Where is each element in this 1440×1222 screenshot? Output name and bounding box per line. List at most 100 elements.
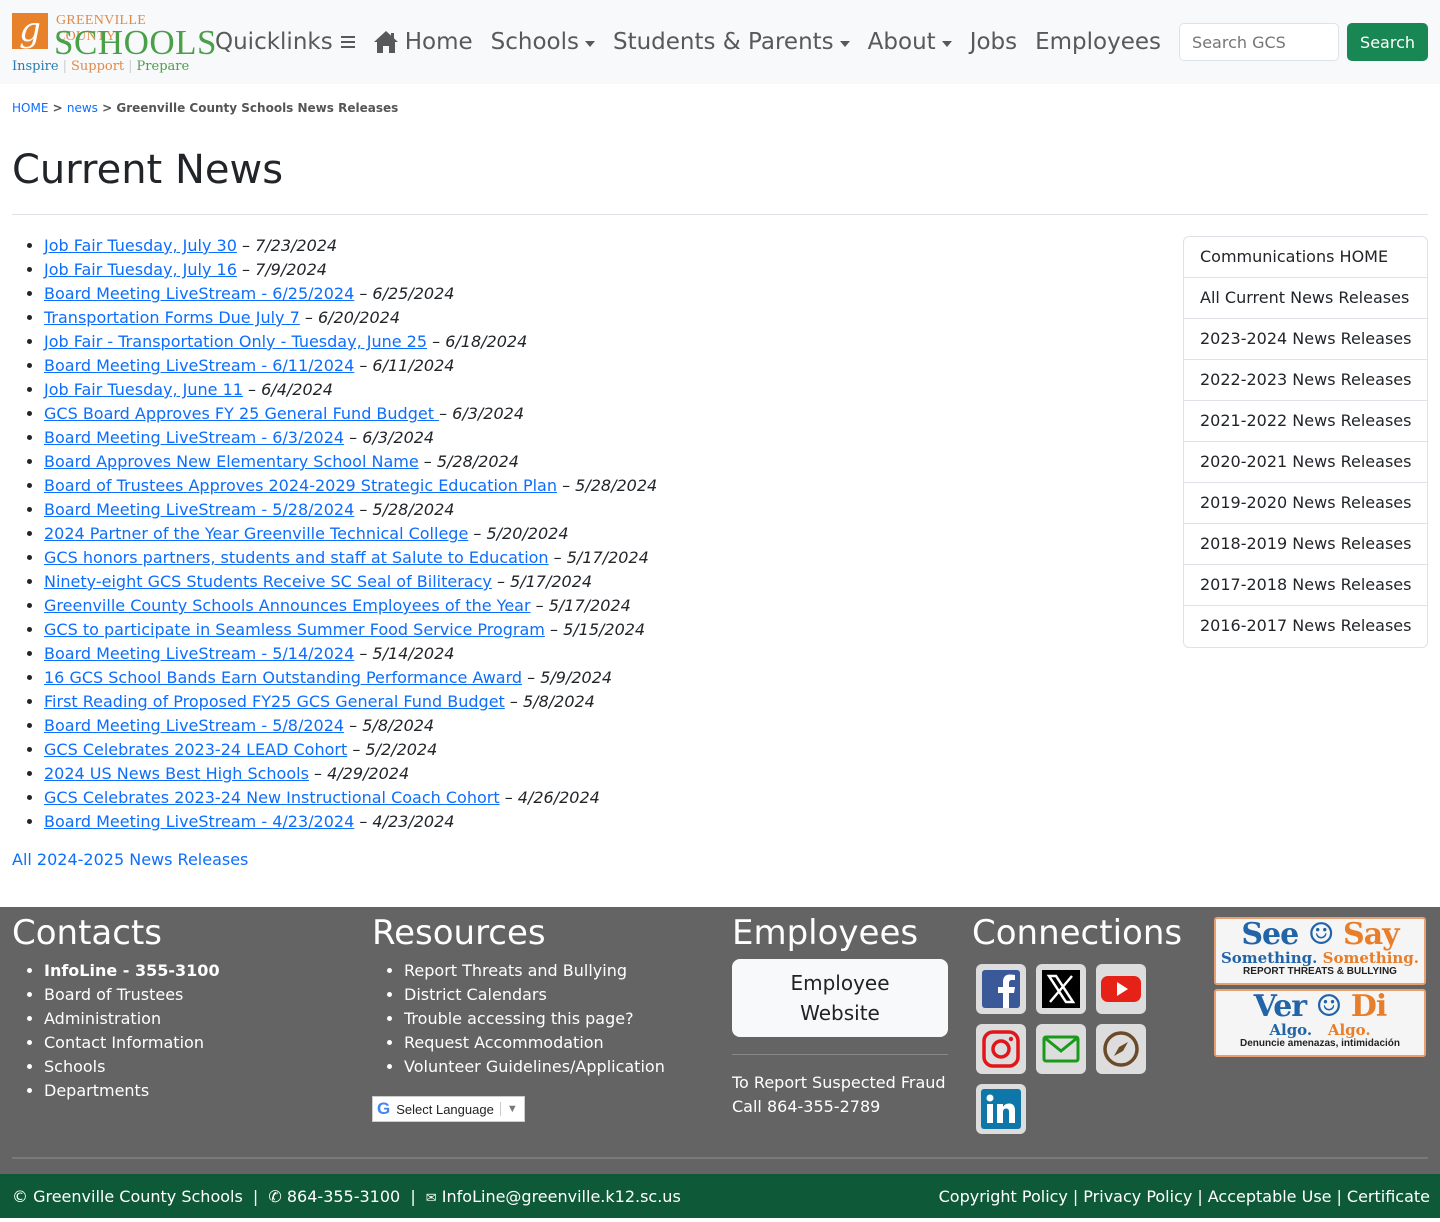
contacts-link[interactable]: Administration	[44, 1009, 161, 1028]
date-separator: –	[347, 740, 366, 759]
instagram-link[interactable]	[976, 1024, 1026, 1074]
email-link[interactable]	[1036, 1024, 1086, 1074]
resources-link[interactable]: District Calendars	[404, 985, 547, 1004]
employee-website-button[interactable]: Employee Website	[732, 959, 948, 1037]
news-link[interactable]: Board Meeting LiveStream - 6/11/2024	[44, 356, 354, 375]
caret-down-icon	[941, 41, 952, 47]
gcs-logo[interactable]: g GREENVILLE COUNTY SCHOOLS Inspire | Supp…	[12, 11, 216, 74]
contacts-link[interactable]: Board of Trustees	[44, 985, 183, 1004]
date-separator: –	[504, 692, 523, 711]
nav-jobs[interactable]: Jobs	[970, 29, 1017, 55]
nav-quicklinks-label: Quicklinks	[215, 29, 333, 55]
news-date: 5/20/2024	[486, 524, 569, 543]
infoline-email-link[interactable]: InfoLine@greenville.k12.sc.us	[442, 1187, 681, 1206]
search-input[interactable]	[1179, 23, 1340, 61]
news-link[interactable]: Job Fair Tuesday, July 16	[44, 260, 237, 279]
news-item: Job Fair - Transportation Only - Tuesday…	[44, 330, 1183, 354]
date-separator: –	[236, 236, 256, 255]
sidebar-item[interactable]: 2017-2018 News Releases	[1184, 565, 1427, 606]
nav-employees[interactable]: Employees	[1035, 29, 1161, 55]
news-date: 7/23/2024	[255, 236, 338, 255]
ssay-di: Di	[1350, 989, 1387, 1024]
news-link[interactable]: GCS Board Approves FY 25 General Fund Bu…	[44, 404, 439, 423]
news-link[interactable]: Board Meeting LiveStream - 6/3/2024	[44, 428, 344, 447]
home-icon	[373, 31, 398, 53]
news-link[interactable]: Board Meeting LiveStream - 6/25/2024	[44, 284, 354, 303]
policy-link[interactable]: Acceptable Use	[1208, 1187, 1332, 1206]
news-link[interactable]: Board Meeting LiveStream - 5/14/2024	[44, 644, 354, 663]
footer-connections: Connections	[972, 913, 1182, 1134]
news-link[interactable]: Job Fair - Transportation Only - Tuesday…	[44, 332, 427, 351]
linkedin-link[interactable]	[976, 1084, 1026, 1134]
news-link[interactable]: 2024 US News Best High Schools	[44, 764, 309, 783]
facebook-link[interactable]	[976, 964, 1026, 1014]
news-link[interactable]: Board Meeting LiveStream - 4/23/2024	[44, 812, 354, 831]
news-link[interactable]: Board Approves New Elementary School Nam…	[44, 452, 419, 471]
news-item: Board Meeting LiveStream - 5/14/2024 – 5…	[44, 642, 1183, 666]
youtube-link[interactable]	[1096, 964, 1146, 1014]
news-date: 6/3/2024	[452, 404, 525, 423]
all-releases-link[interactable]: All 2024-2025 News Releases	[12, 850, 248, 869]
news-link[interactable]: Ninety-eight GCS Students Receive SC Sea…	[44, 572, 492, 591]
news-link[interactable]: Board Meeting LiveStream - 5/28/2024	[44, 500, 354, 519]
sidebar-item[interactable]: All Current News Releases	[1184, 278, 1427, 319]
sidebar-item[interactable]: 2022-2023 News Releases	[1184, 360, 1427, 401]
news-item: Job Fair Tuesday, July 16 – 7/9/2024	[44, 258, 1183, 282]
policy-link[interactable]: Copyright Policy	[939, 1187, 1068, 1206]
news-link[interactable]: 2024 Partner of the Year Greenville Tech…	[44, 524, 468, 543]
nav-quicklinks[interactable]: Quicklinks	[215, 29, 355, 55]
footer-employees: Employees Employee Website To Report Sus…	[732, 913, 948, 1119]
news-item: Board Meeting LiveStream - 5/8/2024 – 5/…	[44, 714, 1183, 738]
news-link[interactable]: Job Fair Tuesday, July 30	[44, 236, 237, 255]
news-link[interactable]: Greenville County Schools Announces Empl…	[44, 596, 531, 615]
news-link[interactable]: Job Fair Tuesday, June 11	[44, 380, 243, 399]
employees-heading: Employees	[732, 913, 919, 953]
resources-link[interactable]: Volunteer Guidelines/Application	[404, 1057, 665, 1076]
news-link[interactable]: Board Meeting LiveStream - 5/8/2024	[44, 716, 344, 735]
nav-about[interactable]: About	[868, 29, 952, 55]
compass-link[interactable]	[1096, 1024, 1146, 1074]
sidebar-item[interactable]: 2019-2020 News Releases	[1184, 483, 1427, 524]
news-link[interactable]: GCS to participate in Seamless Summer Fo…	[44, 620, 545, 639]
contacts-link[interactable]: Departments	[44, 1081, 149, 1100]
contacts-link[interactable]: Contact Information	[44, 1033, 204, 1052]
policy-link[interactable]: Privacy Policy	[1083, 1187, 1192, 1206]
language-select[interactable]: G Select Language ▼	[372, 1096, 525, 1122]
policy-link[interactable]: Certificate	[1347, 1187, 1430, 1206]
contacts-link[interactable]: Schools	[44, 1057, 105, 1076]
nav-home[interactable]: Home	[373, 29, 473, 55]
news-link[interactable]: Transportation Forms Due July 7	[44, 308, 300, 327]
news-link[interactable]: Board of Trustees Approves 2024-2029 Str…	[44, 476, 557, 495]
news-link[interactable]: 16 GCS School Bands Earn Outstanding Per…	[44, 668, 522, 687]
sidebar-item[interactable]: 2016-2017 News Releases	[1184, 606, 1427, 647]
search-button[interactable]: Search	[1347, 23, 1428, 61]
phone-number: 864-355-3100	[286, 1186, 401, 1206]
contacts-item: Departments	[44, 1079, 220, 1103]
sidebar-item[interactable]: 2020-2021 News Releases	[1184, 442, 1427, 483]
news-link[interactable]: GCS honors partners, students and staff …	[44, 548, 549, 567]
breadcrumb-home[interactable]: HOME	[12, 101, 48, 115]
see-say-something-es[interactable]: Ver ☺ Di Algo. Algo. Denuncie amenazas, …	[1214, 989, 1426, 1057]
see-say-something-en[interactable]: See ☺ Say Something. Something. REPORT T…	[1214, 917, 1426, 985]
news-link[interactable]: GCS Celebrates 2023-24 LEAD Cohort	[44, 740, 347, 759]
date-separator: –	[556, 476, 576, 495]
date-separator: –	[354, 644, 373, 663]
resources-link[interactable]: Trouble accessing this page?	[404, 1009, 634, 1028]
sidebar-item[interactable]: 2018-2019 News Releases	[1184, 524, 1427, 565]
news-item: GCS Board Approves FY 25 General Fund Bu…	[44, 402, 1183, 426]
envelope-icon: ✉	[425, 1190, 437, 1206]
sidebar-item[interactable]: Communications HOME	[1184, 237, 1427, 278]
sidebar-item[interactable]: 2023-2024 News Releases	[1184, 319, 1427, 360]
nav-students-parents[interactable]: Students & Parents	[613, 29, 850, 55]
breadcrumb-news[interactable]: news	[67, 101, 98, 115]
news-date: 5/9/2024	[540, 668, 613, 687]
news-link[interactable]: First Reading of Proposed FY25 GCS Gener…	[44, 692, 505, 711]
breadcrumb-current: Greenville County Schools News Releases	[116, 101, 399, 115]
sidebar-item[interactable]: 2021-2022 News Releases	[1184, 401, 1427, 442]
tag-support: Support	[70, 59, 125, 74]
resources-link[interactable]: Request Accommodation	[404, 1033, 604, 1052]
news-link[interactable]: GCS Celebrates 2023-24 New Instructional…	[44, 788, 500, 807]
resources-link[interactable]: Report Threats and Bullying	[404, 961, 627, 980]
nav-schools[interactable]: Schools	[491, 29, 595, 55]
x-link[interactable]	[1036, 964, 1086, 1014]
